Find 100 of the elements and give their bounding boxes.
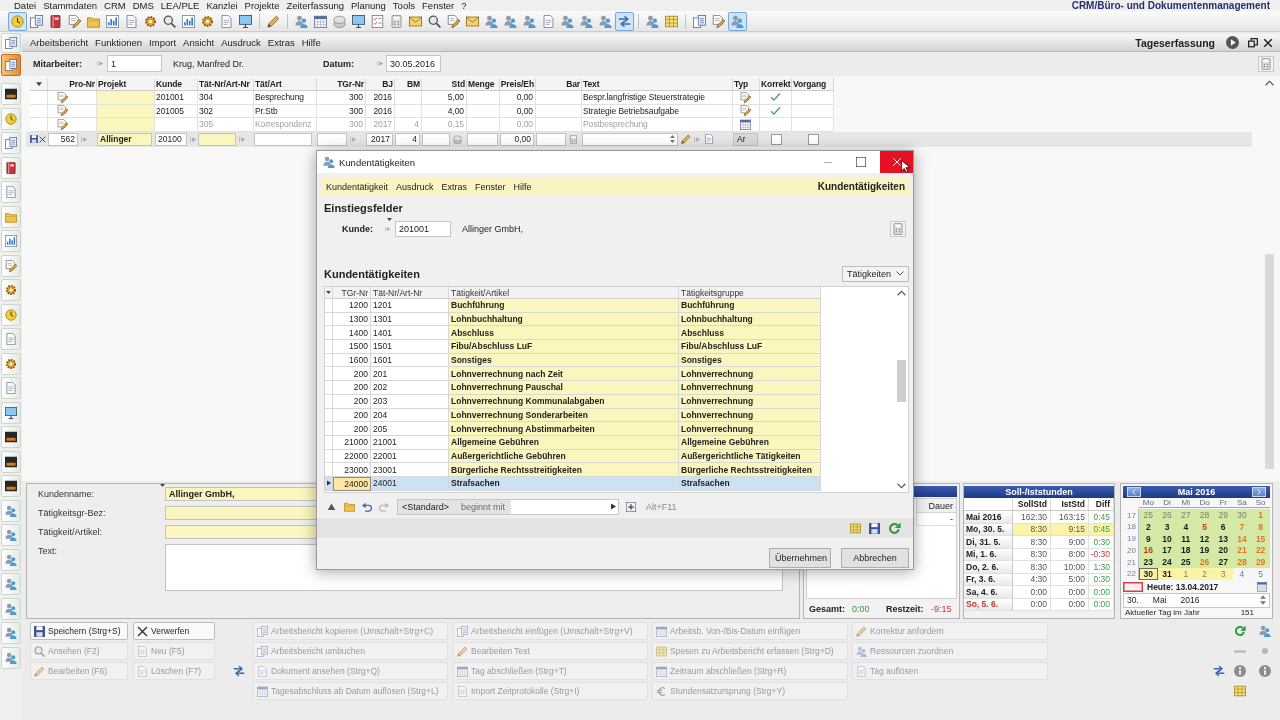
table-cell: 200: [333, 381, 371, 395]
panel-title: Soll-/Iststunden: [964, 486, 1114, 498]
table-cell: Lohnverrechnung nach Zeit: [449, 367, 679, 382]
column-header: BJ: [366, 78, 395, 90]
field-label: Datum:: [323, 58, 355, 69]
column-header: Text: [582, 78, 733, 90]
table-cell: Lohnverrechnung Abstimmarbeiten: [449, 422, 679, 436]
field-label: Mitarbeiter:: [33, 58, 83, 69]
table-cell: Buchführung: [679, 299, 821, 313]
row-header: Mai 2016: [964, 511, 1013, 524]
customer-name: Allinger GmbH,: [462, 224, 524, 234]
column-header: Typ: [733, 78, 760, 90]
row-header: Do, 2. 6.: [964, 561, 1013, 574]
info-label: Aktueller Tag im Jahr: [1125, 608, 1200, 618]
table-cell: Abschluss: [449, 326, 679, 341]
column-header: Bar: [536, 78, 582, 90]
field-label: Tätigkeit/Artikel:: [38, 526, 104, 539]
rest-value: -9:15: [931, 604, 952, 614]
table-cell: Lohnverrechnung: [679, 422, 821, 436]
table-cell: Lohnverrechnung Pauschal: [449, 381, 679, 395]
table-cell: 0:00: [1013, 586, 1051, 599]
table-cell: 1500: [333, 340, 371, 354]
weekday-label: Di: [1157, 498, 1177, 508]
field-label: Kunde:: [342, 224, 374, 234]
table-cell: Buchführung: [449, 299, 679, 313]
column-header: Tät-Nr/Art-Nr: [198, 78, 254, 90]
table-cell: 0:00: [1089, 586, 1114, 599]
table-cell: Lohnverrechnung: [679, 381, 821, 395]
column-header: TGr-Nr: [317, 78, 366, 90]
weekday-label: Mo: [1139, 498, 1158, 508]
table-cell: Strafsachen: [449, 476, 679, 491]
column-header: BM: [395, 78, 422, 90]
app-title: CRM/Büro- und Dokumentenmanagement: [1071, 0, 1270, 11]
column-header: Dauer: [916, 499, 956, 513]
table-cell: 21000: [333, 435, 371, 450]
table-cell: 304: [198, 91, 254, 105]
table-cell: Korrespondenz: [254, 118, 317, 132]
table-cell: 1200: [333, 299, 371, 313]
column-header: Pro-Nr: [48, 78, 97, 90]
weekday-label: Do: [1195, 498, 1214, 508]
field-label: Text:: [38, 545, 58, 558]
rest-label: Restzeit:: [886, 604, 925, 614]
section-heading: Kundentätigkeiten: [324, 267, 420, 280]
column-header: Korrekt: [760, 78, 792, 90]
table-cell: Fibu/Abschluss LuF: [449, 340, 679, 354]
table-cell: 2016: [366, 91, 395, 105]
column-header: Vorgang: [792, 78, 834, 90]
column-header: Tätigkeit/Artikel: [449, 287, 679, 298]
column-header: Tät-Nr/Art-Nr: [371, 287, 449, 298]
table-cell: 200: [333, 394, 371, 409]
table-cell: 300: [317, 91, 366, 105]
weekday-label: So: [1251, 498, 1270, 508]
table-cell: 162:30: [1013, 511, 1051, 524]
table-cell: 0:45: [1089, 511, 1114, 524]
table-cell: Fibu/Abschluss LuF: [679, 340, 821, 354]
table-cell: 4: [395, 118, 422, 132]
total-value: 0:00: [852, 604, 871, 614]
weekday-label: Fr: [1213, 498, 1233, 508]
column-header: Tät/Art: [254, 78, 317, 90]
table-cell: Bürgerliche Rechtsstreitigkeiten: [679, 463, 821, 477]
table-cell: 201001: [155, 91, 198, 105]
table-cell: 23000: [333, 463, 371, 477]
weekday-label: Mi: [1176, 498, 1196, 508]
table-cell: 0:00: [1051, 598, 1089, 611]
column-header: Tätigkeitsgruppe: [679, 287, 821, 298]
menu-title: Kundentätigkeiten: [817, 181, 905, 192]
row-header: Di, 31. 5.: [964, 536, 1013, 549]
section-heading: Einstiegsfelder: [324, 202, 403, 214]
table-cell: 24001: [371, 476, 449, 491]
column-header: Menge: [467, 78, 500, 90]
field-label: Tätigkeitsgr-Bez:: [38, 507, 107, 520]
table-cell: 305: [198, 118, 254, 132]
window-title: Tageserfassung: [1135, 36, 1215, 49]
table-cell: 8:30: [1013, 561, 1051, 574]
dialog-title: Kundentätigkeiten: [339, 156, 416, 168]
table-cell: 0:00: [1013, 598, 1051, 611]
table-cell: 0,00: [500, 91, 536, 105]
table-cell: 0,00: [500, 118, 536, 132]
total-label: Gesamt:: [809, 604, 846, 614]
today-label: Heute: 13.04.2017: [1147, 581, 1219, 592]
table-cell: Abschluss: [679, 326, 821, 341]
column-header: Kunde: [155, 78, 198, 90]
table-cell: Besprechung: [254, 91, 317, 105]
column-header: SollStd: [1013, 498, 1051, 510]
table-cell: 10:00: [1051, 561, 1089, 574]
info-value: 151: [1240, 608, 1254, 618]
column-header: IstStd: [1051, 498, 1089, 510]
month-title: Mai 2016: [1177, 487, 1216, 497]
table-cell: Bürgerliche Rechtsstreitigkeiten: [449, 463, 679, 477]
row-header: Sa, 4. 6.: [964, 586, 1013, 599]
table-cell: 300: [317, 118, 366, 132]
table-cell: 163:15: [1051, 511, 1089, 524]
table-cell: 0,15: [422, 118, 467, 132]
column-header: Diff: [1089, 498, 1114, 510]
column-header: TGr-Nr: [333, 287, 371, 298]
table-cell: 2017: [366, 118, 395, 132]
table-cell: 0:00: [1089, 598, 1114, 611]
column-header: Projekt: [97, 78, 155, 90]
table-cell: Strafsachen: [679, 476, 821, 491]
shortcut-label: Alt+F11: [646, 501, 677, 512]
